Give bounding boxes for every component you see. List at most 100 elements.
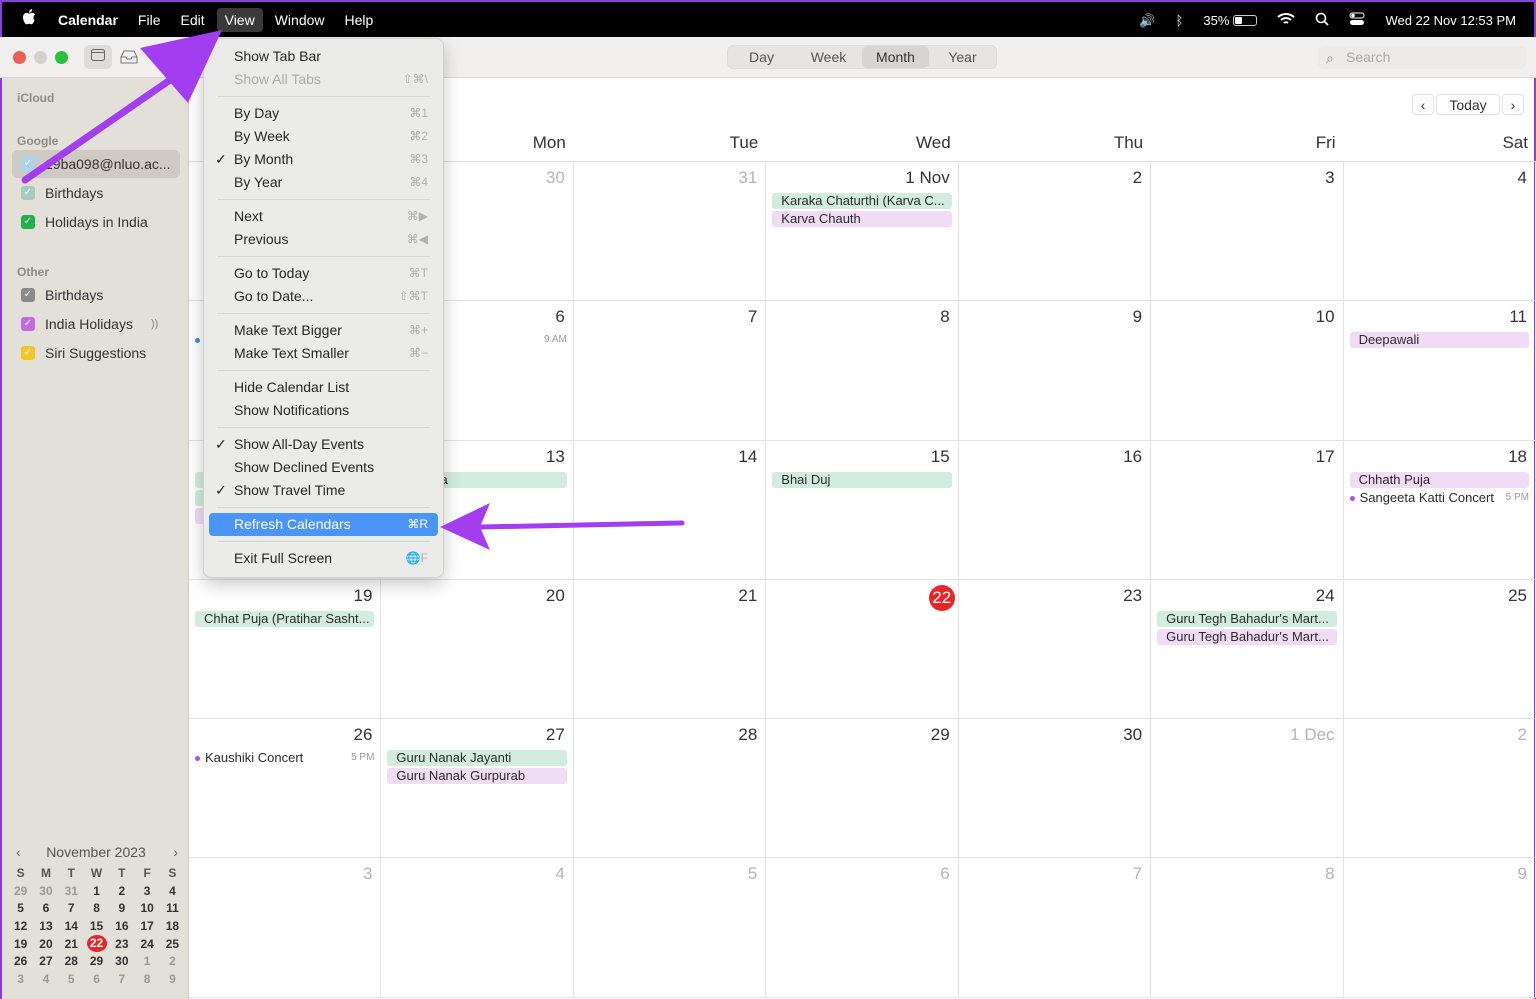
mini-day[interactable]: 26 <box>8 952 33 970</box>
mini-day[interactable]: 2 <box>109 882 134 900</box>
mini-day[interactable]: 8 <box>134 970 159 988</box>
day-cell[interactable]: 22 <box>766 579 959 720</box>
checkbox[interactable]: ✓ <box>21 288 35 302</box>
calendar-item[interactable]: ✓ India Holidays)) <box>12 310 180 338</box>
mini-day[interactable]: 1 <box>134 952 159 970</box>
menu-item-show-declined-events[interactable]: Show Declined Events <box>209 456 438 479</box>
mini-next-month-button[interactable]: › <box>173 840 178 864</box>
day-cell[interactable]: 11 Deepawali <box>1343 301 1536 441</box>
menu-item-by-week[interactable]: By Week ⌘2 <box>209 125 438 148</box>
calendar-item[interactable]: ✓ 19ba098@nluo.ac... <box>12 150 180 178</box>
previous-month-button[interactable]: ‹ <box>1412 94 1434 115</box>
mini-day[interactable]: 9 <box>160 970 185 988</box>
battery-icon[interactable] <box>1233 15 1258 26</box>
calendar-item[interactable]: ✓ Siri Suggestions <box>12 339 180 367</box>
day-cell[interactable]: 25 <box>1343 579 1536 720</box>
event[interactable]: Guru Nanak Jayanti <box>387 750 567 767</box>
day-cell[interactable]: 5 <box>573 858 767 998</box>
calendar-item[interactable]: ✓ Birthdays <box>12 281 180 309</box>
event[interactable]: Guru Tegh Bahadur's Mart... <box>1157 628 1337 645</box>
day-cell[interactable]: 2 <box>958 162 1152 302</box>
day-cell[interactable]: 9 <box>1343 858 1536 998</box>
calendar-list-toggle-icon[interactable] <box>84 45 112 69</box>
day-cell[interactable]: 20 <box>381 579 574 720</box>
day-cell[interactable]: 15 Bhai Duj <box>766 440 959 580</box>
day-cell[interactable]: 3 <box>1151 162 1344 302</box>
checkbox[interactable]: ✓ <box>21 186 35 200</box>
mini-day[interactable]: 17 <box>134 917 159 935</box>
day-cell[interactable]: 9 <box>958 301 1152 441</box>
checkbox[interactable]: ✓ <box>21 215 35 229</box>
apple-icon[interactable] <box>22 9 36 30</box>
view-tab-day[interactable]: Day <box>728 46 795 68</box>
day-cell[interactable]: 18 Chhath Puja Sangeeta Katti Concert 5 PM <box>1343 440 1536 580</box>
menu-item-next[interactable]: Next ⌘▶ <box>209 205 438 228</box>
day-cell[interactable]: 26 Kaushiki Concert 5 PM <box>189 719 382 859</box>
day-cell[interactable]: 8 <box>1151 858 1344 998</box>
wifi-icon[interactable] <box>1277 12 1296 29</box>
day-cell[interactable]: 6 <box>766 858 959 998</box>
mini-day[interactable]: 30 <box>109 952 134 970</box>
day-cell[interactable]: 8 <box>766 301 959 441</box>
day-cell[interactable]: 21 <box>573 579 767 720</box>
menu-calendar[interactable]: Calendar <box>50 8 126 32</box>
mini-day[interactable]: 20 <box>33 935 58 953</box>
inbox-icon[interactable] <box>120 50 138 67</box>
next-month-button[interactable]: › <box>1502 94 1524 115</box>
checkbox[interactable]: ✓ <box>21 346 35 360</box>
mini-day[interactable]: 27 <box>33 952 58 970</box>
menu-item-hide-calendar-list[interactable]: Hide Calendar List <box>209 376 438 399</box>
mini-day[interactable]: 11 <box>160 899 185 917</box>
menu-item-show-notifications[interactable]: Show Notifications <box>209 399 438 422</box>
event[interactable]: Chhat Puja (Pratihar Sasht... <box>195 610 375 627</box>
fullscreen-window-button[interactable] <box>55 51 68 64</box>
mini-day[interactable]: 23 <box>109 935 134 953</box>
day-cell[interactable]: 10 <box>1151 301 1344 441</box>
menu-item-show-travel-time[interactable]: ✓ Show Travel Time <box>209 479 438 502</box>
day-cell[interactable]: 29 <box>766 719 959 859</box>
mini-day[interactable]: 29 <box>84 952 109 970</box>
event[interactable]: Karaka Chaturthi (Karva C... <box>772 193 952 209</box>
mini-day[interactable]: 4 <box>160 882 185 900</box>
day-cell[interactable]: 7 <box>958 858 1152 998</box>
day-cell[interactable]: 16 <box>958 440 1152 580</box>
event[interactable]: Bhai Duj <box>772 471 952 488</box>
menu-edit[interactable]: Edit <box>172 8 212 32</box>
search-input[interactable]: ⌕ Search <box>1318 46 1526 69</box>
checkbox[interactable]: ✓ <box>21 317 35 331</box>
mini-day[interactable]: 6 <box>33 899 58 917</box>
mini-day[interactable]: 24 <box>134 935 159 953</box>
menu-help[interactable]: Help <box>337 8 382 32</box>
mini-day[interactable]: 8 <box>84 899 109 917</box>
mini-day[interactable]: 7 <box>59 899 84 917</box>
mini-day[interactable]: 30 <box>33 882 58 900</box>
menu-item-make-text-smaller[interactable]: Make Text Smaller ⌘− <box>209 342 438 365</box>
volume-icon[interactable]: 🔊 <box>1139 13 1155 29</box>
day-cell[interactable]: 1 Dec <box>1151 719 1344 859</box>
event[interactable]: Chhath Puja <box>1349 471 1529 488</box>
event[interactable]: Karva Chauth <box>772 211 952 227</box>
spotlight-search-icon[interactable] <box>1315 12 1330 29</box>
mini-day[interactable]: 12 <box>8 917 33 935</box>
mini-day[interactable]: 4 <box>33 970 58 988</box>
view-tab-year[interactable]: Year <box>929 46 996 68</box>
mini-day[interactable]: 9 <box>109 899 134 917</box>
mini-day[interactable]: 7 <box>109 970 134 988</box>
mini-day[interactable]: 25 <box>160 935 185 953</box>
close-window-button[interactable] <box>13 51 26 64</box>
mini-day[interactable]: 15 <box>84 917 109 935</box>
mini-day[interactable]: 3 <box>134 882 159 900</box>
menu-file[interactable]: File <box>130 8 169 32</box>
event[interactable]: Guru Tegh Bahadur's Mart... <box>1157 610 1337 627</box>
menu-item-exit-full-screen[interactable]: Exit Full Screen 🌐F <box>209 547 438 570</box>
day-cell[interactable]: 4 <box>381 858 574 998</box>
mini-day[interactable]: 16 <box>109 917 134 935</box>
day-cell[interactable]: 3 <box>189 858 382 998</box>
mini-day[interactable]: 28 <box>59 952 84 970</box>
day-cell[interactable]: 4 <box>1343 162 1536 302</box>
event[interactable]: Sangeeta Katti Concert 5 PM <box>1349 490 1529 506</box>
menu-window[interactable]: Window <box>267 8 333 32</box>
day-cell[interactable]: 30 <box>958 719 1152 859</box>
menu-item-show-tab-bar[interactable]: Show Tab Bar <box>209 45 438 68</box>
menu-item-by-day[interactable]: By Day ⌘1 <box>209 102 438 125</box>
